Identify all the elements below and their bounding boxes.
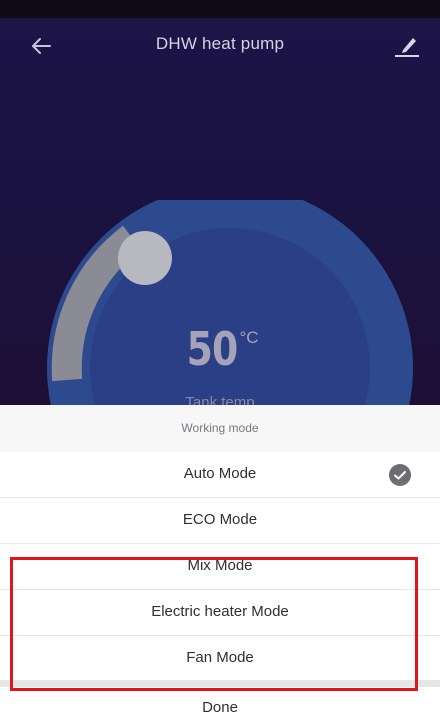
done-label: Done bbox=[202, 699, 238, 716]
option-label: Mix Mode bbox=[187, 557, 253, 574]
option-label: Electric heater Mode bbox=[151, 603, 289, 620]
option-label: Fan Mode bbox=[186, 649, 254, 666]
temperature-readout: 50°C bbox=[0, 322, 440, 376]
sheet-header: Working mode bbox=[0, 405, 440, 453]
temperature-unit: °C bbox=[239, 328, 259, 347]
check-circle-icon bbox=[389, 464, 411, 486]
temperature-gauge[interactable] bbox=[40, 200, 420, 420]
option-auto-mode[interactable]: Auto Mode bbox=[0, 452, 440, 498]
option-eco-mode[interactable]: ECO Mode bbox=[0, 498, 440, 544]
option-label: ECO Mode bbox=[182, 511, 258, 528]
option-electric-heater-mode[interactable]: Electric heater Mode bbox=[0, 590, 440, 636]
done-button[interactable]: Done bbox=[0, 687, 440, 722]
working-mode-sheet: Working mode Auto Mode ECO Mode Mix Mode… bbox=[0, 405, 440, 722]
edit-button[interactable] bbox=[392, 30, 422, 60]
page-title: DHW heat pump bbox=[155, 34, 285, 53]
option-label: Auto Mode bbox=[183, 465, 257, 482]
gauge-knob[interactable] bbox=[118, 231, 172, 285]
option-fan-mode[interactable]: Fan Mode bbox=[0, 636, 440, 682]
temperature-value: 50 bbox=[187, 322, 239, 376]
sheet-divider bbox=[0, 680, 440, 687]
app-header: DHW heat pump bbox=[0, 18, 440, 74]
status-bar bbox=[0, 0, 440, 18]
sheet-title: Working mode bbox=[181, 421, 259, 435]
screen: DHW heat pump 50°C Tank temp Working mod… bbox=[0, 0, 440, 722]
option-mix-mode[interactable]: Mix Mode bbox=[0, 544, 440, 590]
pen-edit-icon bbox=[395, 38, 419, 57]
